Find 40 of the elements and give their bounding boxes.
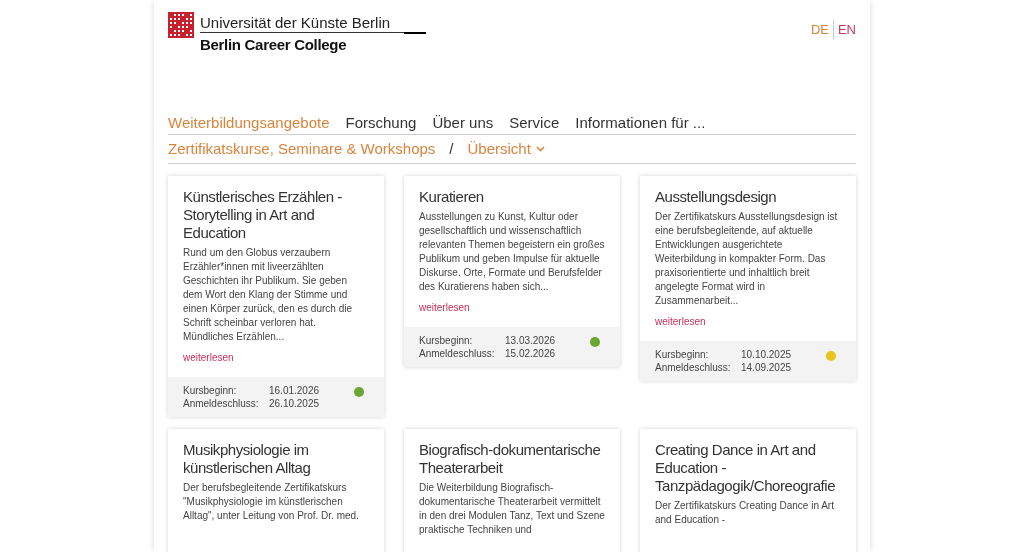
nav-link[interactable]: Weiterbildungsangebote [168, 111, 330, 135]
deadline-date: 14.09.2025 [741, 361, 792, 374]
start-label: Kursbeginn: [183, 384, 238, 397]
course-title: Biografisch-dokumentarische Theaterarbeit [419, 441, 602, 477]
course-title: Kuratieren [419, 188, 485, 206]
language-link[interactable]: EN [832, 20, 856, 40]
language-link[interactable]: DE [810, 20, 829, 40]
deadline-label: Anmeldeschluss: [183, 397, 260, 410]
breadcrumb-separator: / [448, 138, 455, 159]
start-date: 10.10.2025 [741, 348, 792, 361]
read-more-link[interactable]: weiterlesen [183, 350, 234, 365]
logo-icon [168, 12, 194, 38]
deadline-label: Anmeldeschluss: [419, 347, 496, 360]
course-description: Die Weiterbildung Biografisch-dokumentarische Theaterarbeit vermittelt in den drei Modulen Tanz, Text und Szene praktische Techniken und [419, 481, 605, 537]
nav-link[interactable]: Informationen für ... [575, 111, 706, 135]
course-description: Der berufsbegleitende Zertifikatskurs "Musikphysiologie im künstlerischen Alltag", unter Leitung von Prof. Dr. med. [183, 481, 360, 523]
nav-link[interactable]: Über uns [432, 111, 494, 135]
start-date: 13.03.2026 [505, 334, 556, 347]
course-title: Künstlerisches Erzählen - Storytelling in Art and Education [183, 188, 343, 242]
breadcrumb-link[interactable]: Zertifikatskurse, Seminare & Workshops [168, 137, 436, 161]
nav-link[interactable]: Forschung [345, 111, 417, 135]
deadline-date: 15.02.2026 [505, 347, 556, 360]
nav-link[interactable]: Service [509, 111, 560, 135]
start-date: 16.01.2026 [269, 384, 320, 397]
start-label: Kursbeginn: [419, 334, 474, 347]
college-name: Berlin Career College [200, 35, 348, 55]
course-description: Rund um den Globus verzaubern Erzähler*innen mit liveerzählten Geschichten ihr Publikum. Sie geben dem Wort den Klang der Stimme und einen Körper zurück, den es durch die Schrift scheinbar verloren hat. Mündliches Erzählen... [183, 246, 353, 344]
course-description: Der Zertifikatskurs Ausstellungsdesign ist eine berufsbegleitende, auf aktuelle Entwicklungen ausgerichtete Weiterbildung in kompakter Form. Das praxisorientierte und inhaltlich breit angelegte Format wird in Zusammenarbeit... [655, 210, 839, 308]
read-more-link[interactable]: weiterlesen [655, 314, 706, 329]
deadline-date: 26.10.2025 [269, 397, 320, 410]
read-more-link[interactable]: weiterlesen [419, 300, 470, 315]
deadline-label: Anmeldeschluss: [655, 361, 732, 374]
start-label: Kursbeginn: [655, 348, 710, 361]
course-title: Musikphysiologie im künstlerischen Alltag [183, 441, 312, 477]
course-title: Ausstellungsdesign [655, 188, 778, 206]
overview-dropdown[interactable]: Übersicht [467, 137, 545, 161]
course-description: Der Zertifikatskurs Creating Dance in Art and Education - [655, 499, 835, 527]
course-description: Ausstellungen zu Kunst, Kultur oder gesellschaftlich und wissenschaftlich relevanten Themen begeistern ein großes Publikum und geben Impulse für aktuelle Diskurse. Orte, Formate und Berufsfelder des Kuratierens haben sich... [419, 210, 605, 294]
course-title: Creating Dance in Art and Education - Tanzpädagogik/Choreografie [655, 441, 837, 495]
chevron-down-icon [535, 146, 545, 152]
